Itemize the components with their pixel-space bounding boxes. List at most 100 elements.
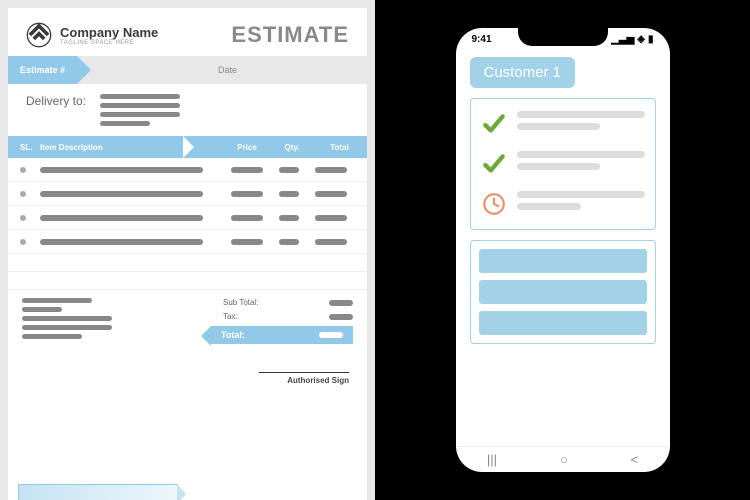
- estimate-document: Company Name TAGLINE SPACE HERE ESTIMATE…: [0, 0, 375, 500]
- placeholder-line: [22, 325, 112, 330]
- placeholder-line: [231, 239, 263, 245]
- battery-icon: ▮: [648, 34, 654, 45]
- placeholder-line: [40, 191, 203, 197]
- placeholder-line: [100, 103, 180, 108]
- check-icon: [481, 111, 507, 137]
- th-total: Total: [312, 143, 367, 152]
- tasks-card: [470, 98, 656, 230]
- action-button[interactable]: [479, 311, 647, 335]
- placeholder-line: [231, 215, 263, 221]
- bullet-icon: [20, 191, 26, 197]
- placeholder-line: [22, 307, 62, 312]
- nav-recent[interactable]: |||: [487, 452, 497, 467]
- terms-placeholder: [22, 298, 112, 344]
- table-row: [8, 272, 367, 290]
- placeholder-line: [231, 191, 263, 197]
- doc-header: Company Name TAGLINE SPACE HERE ESTIMATE: [8, 8, 367, 56]
- delivery-label: Delivery to:: [26, 94, 86, 108]
- total-row: Total:: [211, 326, 353, 344]
- list-item[interactable]: [481, 151, 645, 177]
- placeholder-line: [40, 215, 203, 221]
- company-name: Company Name: [60, 25, 158, 40]
- placeholder-line: [315, 239, 347, 245]
- table-row: [8, 230, 367, 254]
- placeholder-line: [279, 215, 299, 221]
- signature-label: Authorised Sign: [259, 372, 349, 385]
- tax-label: Tax:: [223, 312, 238, 321]
- placeholder-line: [100, 94, 180, 99]
- placeholder-line: [517, 203, 581, 210]
- item-text: [517, 151, 645, 170]
- placeholder-line: [22, 334, 82, 339]
- tagline: TAGLINE SPACE HERE: [60, 40, 158, 46]
- action-button[interactable]: [479, 280, 647, 304]
- footer-accent: [18, 484, 178, 500]
- placeholder-line: [100, 121, 150, 126]
- phone-frame: 9:41 ▁▃▅ ◈ ▮ Customer 1: [448, 20, 678, 480]
- wifi-icon: ◈: [637, 34, 645, 45]
- delivery-block: Delivery to:: [8, 84, 367, 136]
- placeholder-line: [315, 191, 347, 197]
- app-content: Customer 1: [456, 47, 670, 446]
- placeholder-line: [22, 298, 92, 303]
- placeholder-line: [517, 151, 645, 158]
- item-text: [517, 111, 645, 130]
- bullet-icon: [20, 167, 26, 173]
- placeholder-line: [329, 314, 353, 320]
- clock-icon: [481, 191, 507, 217]
- nav-back[interactable]: <: [630, 452, 638, 467]
- bullet-icon: [20, 215, 26, 221]
- android-nav: ||| ○ <: [456, 446, 670, 472]
- table-header: SL. Item Description Price Qty. Total: [8, 136, 367, 158]
- table-row: [8, 182, 367, 206]
- actions-card: [470, 240, 656, 344]
- notch: [518, 28, 608, 46]
- list-item[interactable]: [481, 111, 645, 137]
- table-row: [8, 254, 367, 272]
- meta-bar: Estimate # Date: [8, 56, 367, 84]
- th-sl: SL.: [8, 143, 40, 152]
- address-placeholder: [100, 94, 180, 126]
- th-qty: Qty.: [272, 143, 312, 152]
- date-label: Date: [218, 65, 237, 75]
- placeholder-line: [231, 167, 263, 173]
- placeholder-line: [517, 123, 600, 130]
- total-label: Total:: [221, 330, 245, 340]
- item-text: [517, 191, 645, 210]
- placeholder-line: [279, 239, 299, 245]
- status-time: 9:41: [472, 34, 492, 45]
- customer-chip[interactable]: Customer 1: [470, 57, 576, 88]
- th-desc: Item Description: [40, 143, 222, 152]
- table-row: [8, 206, 367, 230]
- th-price: Price: [222, 143, 272, 152]
- placeholder-line: [329, 300, 353, 306]
- phone-screen: 9:41 ▁▃▅ ◈ ▮ Customer 1: [456, 28, 670, 472]
- placeholder-line: [40, 167, 203, 173]
- list-item[interactable]: [481, 191, 645, 217]
- doc-title: ESTIMATE: [231, 22, 349, 48]
- placeholder-line: [319, 332, 343, 338]
- subtotal-row: Sub Total:: [223, 298, 353, 307]
- tax-row: Tax:: [223, 312, 353, 321]
- signal-icon: ▁▃▅: [611, 34, 634, 45]
- paper: Company Name TAGLINE SPACE HERE ESTIMATE…: [8, 8, 367, 500]
- placeholder-line: [517, 111, 645, 118]
- placeholder-line: [315, 215, 347, 221]
- totals-section: Sub Total: Tax: Total:: [8, 290, 367, 344]
- placeholder-line: [40, 239, 203, 245]
- summary: Sub Total: Tax: Total:: [223, 298, 353, 344]
- chevron-divider: [183, 136, 194, 158]
- nav-home[interactable]: ○: [560, 452, 568, 467]
- placeholder-line: [315, 167, 347, 173]
- estimate-number-label: Estimate #: [8, 56, 77, 84]
- action-button[interactable]: [479, 249, 647, 273]
- check-icon: [481, 151, 507, 177]
- subtotal-label: Sub Total:: [223, 298, 258, 307]
- placeholder-line: [100, 112, 180, 117]
- bullet-icon: [20, 239, 26, 245]
- placeholder-line: [22, 316, 112, 321]
- placeholder-line: [279, 167, 299, 173]
- table-row: [8, 158, 367, 182]
- logo-icon: [26, 22, 52, 48]
- logo-block: Company Name TAGLINE SPACE HERE: [26, 22, 158, 48]
